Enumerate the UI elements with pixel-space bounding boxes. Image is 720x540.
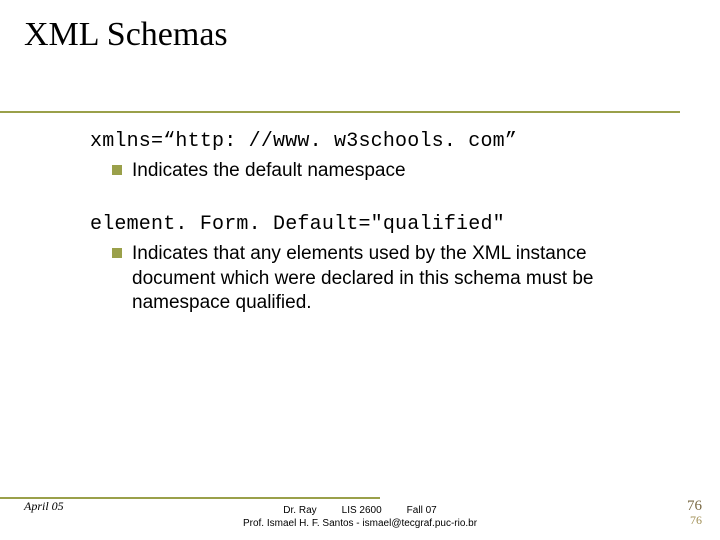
bullet-row-1: Indicates the default namespace — [112, 159, 670, 183]
slide: XML Schemas xmlns=“http: //www. w3school… — [0, 0, 720, 540]
slide-title: XML Schemas — [24, 16, 228, 54]
footer-page-number: 76 76 — [687, 498, 702, 528]
bullet-row-2: Indicates that any elements used by the … — [112, 242, 670, 315]
footer-center: Dr. Ray LIS 2600 Fall 07 Prof. Ismael H.… — [0, 505, 720, 530]
square-bullet-icon — [112, 248, 122, 258]
square-bullet-icon — [112, 165, 122, 175]
footer-center-line2: Prof. Ismael H. F. Santos - ismael@tecgr… — [0, 518, 720, 531]
code-line-elementformdefault: element. Form. Default="qualified" — [90, 213, 670, 236]
bullet-text-2: Indicates that any elements used by the … — [132, 242, 670, 315]
page-number-small: 76 — [687, 513, 702, 528]
slide-body: xmlns=“http: //www. w3schools. com” Indi… — [90, 130, 670, 345]
title-underline — [0, 111, 680, 113]
code-line-xmlns: xmlns=“http: //www. w3schools. com” — [90, 130, 670, 153]
bullet-text-1: Indicates the default namespace — [132, 159, 406, 183]
footer-center-line1: Dr. Ray LIS 2600 Fall 07 — [0, 505, 720, 518]
